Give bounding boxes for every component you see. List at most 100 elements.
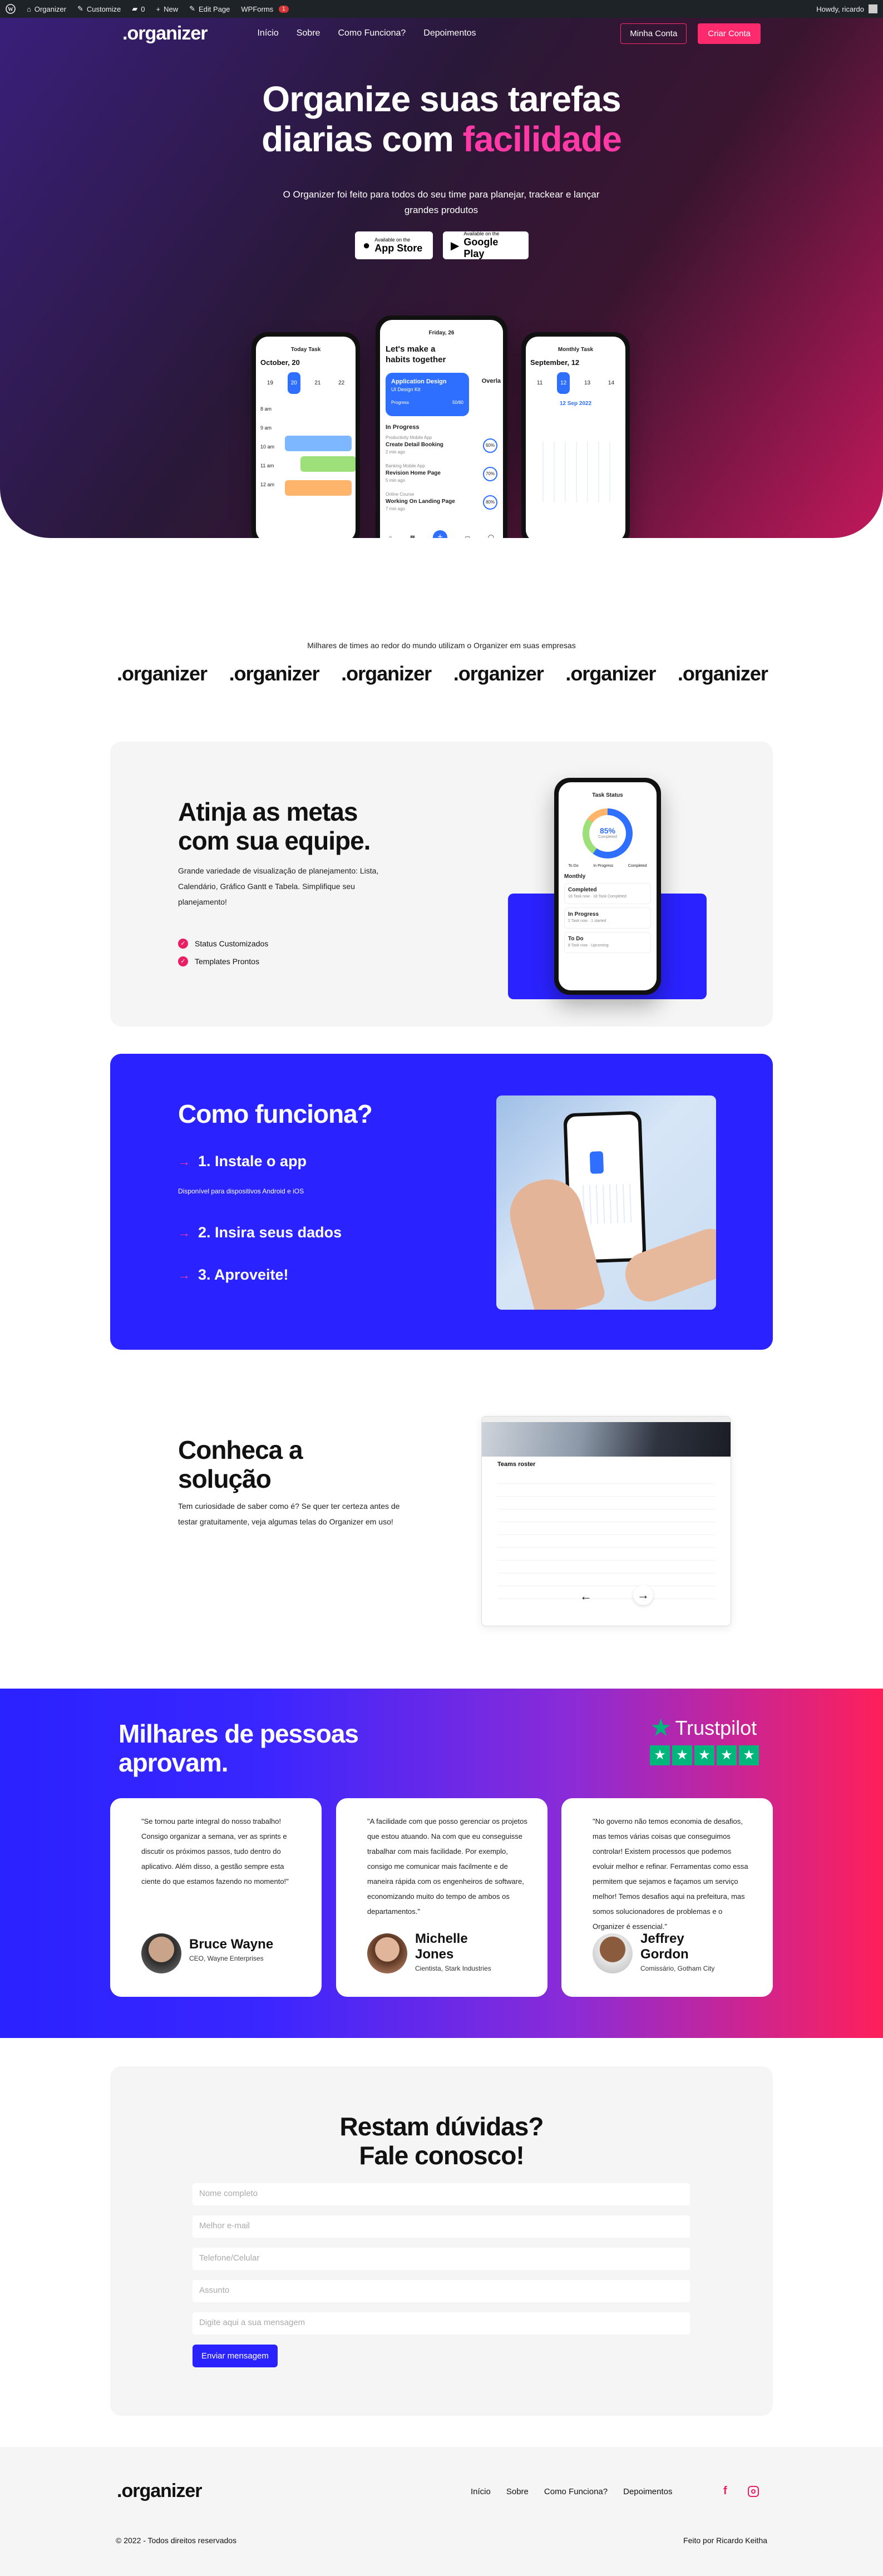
- solution-section: Conheca a solução Tem curiosidade de sabe…: [110, 1405, 773, 1639]
- create-account-button[interactable]: Criar Conta: [698, 23, 761, 44]
- footer-link-como-funciona[interactable]: Como Funciona?: [544, 2487, 608, 2496]
- doc-icon[interactable]: ▭: [465, 535, 470, 539]
- check-icon: ✓: [178, 939, 188, 949]
- phone-mockup-center: Friday, 26 Let's make a habits together …: [376, 315, 507, 538]
- testimonials-title: Milhares de pessoas aprovam.: [119, 1719, 359, 1777]
- star-icon: ★: [650, 1714, 672, 1741]
- footer-link-inicio[interactable]: Início: [471, 2487, 491, 2496]
- admin-site-link[interactable]: ⌂ Organizer: [27, 5, 66, 13]
- hero-subtitle: O Organizer foi feito para todos do seu …: [283, 189, 600, 215]
- user-icon[interactable]: ◯: [488, 535, 494, 539]
- avatar: [141, 1933, 181, 1973]
- footer-logo[interactable]: .organizer: [117, 2480, 202, 2502]
- client-logo: .organizer: [565, 662, 656, 685]
- contact-title: Restam dúvidas? Fale conosco!: [339, 2112, 544, 2170]
- arrow-right-icon: →: [178, 1154, 190, 1168]
- my-account-button[interactable]: Minha Conta: [620, 23, 687, 44]
- testimonial-role: Cientista, Stark Industries: [415, 1965, 491, 1972]
- phone-mockup-left: Today Task October, 20 19 20 21 22 8 am …: [251, 332, 360, 538]
- calendar-grid: [532, 441, 619, 502]
- rating-star-icon: ★: [717, 1745, 737, 1765]
- instagram-icon[interactable]: [748, 2486, 759, 2497]
- admin-edit-page-link[interactable]: ✎ Edit Page: [189, 4, 230, 13]
- arrow-right-icon: →: [178, 1225, 190, 1240]
- phone-mockup-status: Task Status 85% Completed To Do In Progre…: [554, 778, 661, 995]
- nav-links: Início Sobre Como Funciona? Depoimentos: [257, 28, 476, 38]
- rating-star-icon: ★: [672, 1745, 692, 1765]
- svg-text:W: W: [8, 7, 13, 13]
- testimonial-name: Michelle Jones: [415, 1931, 468, 1962]
- solution-title: Conheca a solução: [178, 1435, 303, 1493]
- trusted-logos: .organizer .organizer .organizer .organi…: [117, 662, 768, 685]
- carousel-next-icon[interactable]: →: [633, 1585, 653, 1605]
- rating-star-icon: ★: [650, 1745, 670, 1765]
- grid-icon[interactable]: ▦: [410, 535, 415, 539]
- footer-link-depoimentos[interactable]: Depoimentos: [623, 2487, 672, 2496]
- check-item: ✓ Status Customizados: [178, 939, 268, 949]
- app-store-button[interactable]: ● Available on the App Store: [355, 231, 433, 259]
- testimonials-section: Milhares de pessoas aprovam. ★ Trustpilot …: [0, 1689, 883, 2038]
- nav-link-sobre[interactable]: Sobre: [297, 28, 320, 38]
- notification-badge: 1: [279, 5, 289, 13]
- step-2: → 2. Insira seus dados: [178, 1224, 342, 1241]
- donut-chart: 85% Completed: [583, 808, 633, 858]
- submit-button[interactable]: Enviar mensagem: [193, 2345, 278, 2367]
- home-icon[interactable]: ⌂: [389, 535, 392, 539]
- nav-link-depoimentos[interactable]: Depoimentos: [423, 28, 476, 38]
- email-field[interactable]: Melhor e-mail: [193, 2215, 690, 2238]
- wordpress-logo-icon[interactable]: W: [6, 4, 16, 14]
- message-field[interactable]: Digite aqui a sua mensagem: [193, 2312, 690, 2335]
- subject-field[interactable]: Assunto: [193, 2280, 690, 2302]
- facebook-icon[interactable]: f: [723, 2485, 727, 2498]
- apple-icon: ●: [363, 238, 371, 252]
- carousel-prev-icon[interactable]: ←: [580, 1589, 592, 1603]
- admin-new-link[interactable]: + New: [156, 5, 179, 13]
- testimonial-name: Jeffrey Gordon: [640, 1931, 689, 1962]
- client-logo: .organizer: [341, 662, 432, 685]
- screenshot-carousel[interactable]: Teams roster ← →: [481, 1416, 731, 1626]
- how-title: Como funciona?: [178, 1099, 373, 1128]
- admin-account-link[interactable]: Howdy, ricardo: [816, 4, 877, 13]
- name-field[interactable]: Nome completo: [193, 2183, 690, 2205]
- hero-title-highlight: facilidade: [462, 119, 622, 159]
- comment-icon: ▰: [132, 4, 138, 13]
- footer-link-sobre[interactable]: Sobre: [506, 2487, 529, 2496]
- avatar: [869, 4, 877, 13]
- trustpilot-badge: ★ Trustpilot ★ ★ ★ ★ ★: [650, 1714, 766, 1768]
- admin-wpforms-link[interactable]: WPForms 1: [241, 5, 289, 13]
- pencil-icon: ✎: [189, 4, 196, 13]
- check-item: ✓ Templates Prontos: [178, 956, 268, 966]
- play-icon: ▶: [451, 239, 460, 252]
- nav-link-inicio[interactable]: Início: [257, 28, 278, 38]
- client-logo: .organizer: [229, 662, 320, 685]
- rating-star-icon: ★: [694, 1745, 714, 1765]
- footer-nav: Início Sobre Como Funciona? Depoimentos: [471, 2487, 673, 2496]
- main-nav: .organizer Início Sobre Como Funciona? D…: [122, 22, 761, 45]
- avatar: [593, 1933, 633, 1973]
- trusted-title: Milhares de times ao redor do mundo util…: [307, 641, 576, 650]
- testimonial-card: "A facilidade com que posso gerenciar os…: [336, 1798, 547, 1997]
- arrow-right-icon: →: [178, 1267, 190, 1282]
- testimonial-card: "No governo não temos economia de desafi…: [561, 1798, 773, 1997]
- client-logo: .organizer: [453, 662, 544, 685]
- phone-mockup-right: Monthly Task September, 12 11 12 13 14 1…: [521, 332, 630, 538]
- contact-section: Restam dúvidas? Fale conosco! Nome comple…: [110, 2066, 773, 2416]
- testimonial-card: "Se tornou parte integral do nosso traba…: [110, 1798, 322, 1997]
- admin-customize-link[interactable]: ✎ Customize: [77, 4, 121, 13]
- google-play-button[interactable]: ▶ Available on the Google Play: [443, 231, 529, 259]
- testimonial-name: Bruce Wayne: [189, 1937, 274, 1952]
- site-logo[interactable]: .organizer: [122, 23, 208, 45]
- home-icon: ⌂: [27, 4, 31, 13]
- add-task-button[interactable]: +: [432, 530, 447, 538]
- admin-comments-link[interactable]: ▰ 0: [132, 4, 145, 13]
- step-1-subtitle: Disponível para dispositivos Android e i…: [178, 1187, 304, 1195]
- phone-field[interactable]: Telefone/Celular: [193, 2248, 690, 2270]
- goals-text: Grande variedade de visualização de plan…: [178, 866, 379, 906]
- nav-link-como-funciona[interactable]: Como Funciona?: [338, 28, 406, 38]
- credit: Feito por Ricardo Keitha: [683, 2536, 767, 2545]
- avatar: [367, 1933, 407, 1973]
- client-logo: .organizer: [117, 662, 208, 685]
- solution-text: Tem curiosidade de saber como é? Se quer…: [178, 1502, 400, 1526]
- goals-section: Atinja as metas com sua equipe. Grande va…: [110, 742, 773, 1027]
- hand-holding-phone-image: [496, 1095, 716, 1310]
